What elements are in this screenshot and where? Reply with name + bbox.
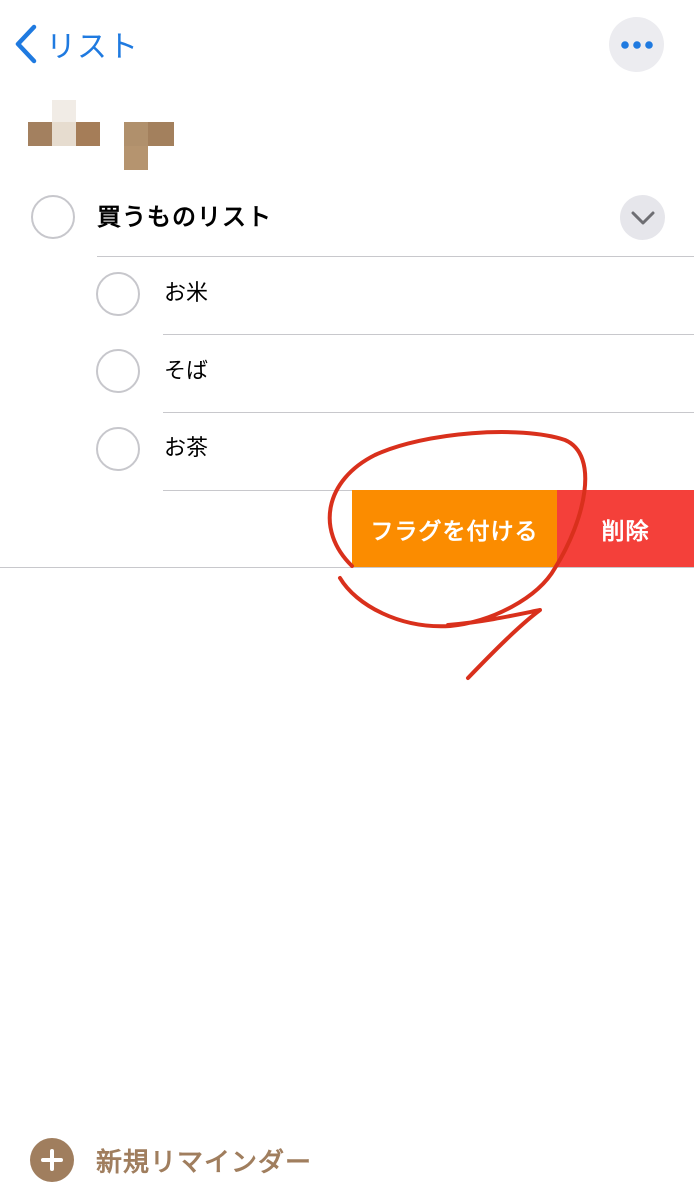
subtask-label[interactable]: お茶 [164, 432, 208, 466]
delete-button[interactable]: 削除 [557, 490, 694, 567]
subtask-label[interactable]: お米 [164, 277, 208, 311]
flag-button[interactable]: フラグを付ける [352, 490, 557, 567]
row-divider [163, 412, 694, 413]
new-reminder-button[interactable]: 新規リマインダー [30, 1136, 312, 1184]
section-divider [0, 567, 694, 568]
back-label: リスト [46, 30, 139, 65]
subtask-complete-toggle[interactable] [96, 427, 140, 471]
reminder-title[interactable]: 買うものリスト [97, 199, 272, 235]
more-button[interactable] [609, 17, 664, 72]
new-reminder-label: 新規リマインダー [96, 1147, 313, 1178]
row-divider [163, 334, 694, 335]
chevron-down-icon [631, 211, 654, 224]
back-button[interactable]: リスト [14, 20, 139, 68]
plus-circle-icon [30, 1138, 74, 1182]
reminder-complete-toggle[interactable] [31, 195, 75, 239]
collapse-subtasks-button[interactable] [620, 195, 665, 240]
row-divider [97, 256, 694, 257]
ellipsis-icon [620, 40, 653, 49]
reminders-screen: リスト 買うものリスト お米 そば お茶 フラグを付ける 削除 新規リマインダー [0, 0, 694, 1200]
annotation-circle [327, 430, 588, 680]
subtask-complete-toggle[interactable] [96, 349, 140, 393]
pixelated-list-title [28, 100, 178, 172]
chevron-left-icon [15, 24, 37, 64]
subtask-label[interactable]: そば [164, 355, 208, 389]
subtask-complete-toggle[interactable] [96, 272, 140, 316]
